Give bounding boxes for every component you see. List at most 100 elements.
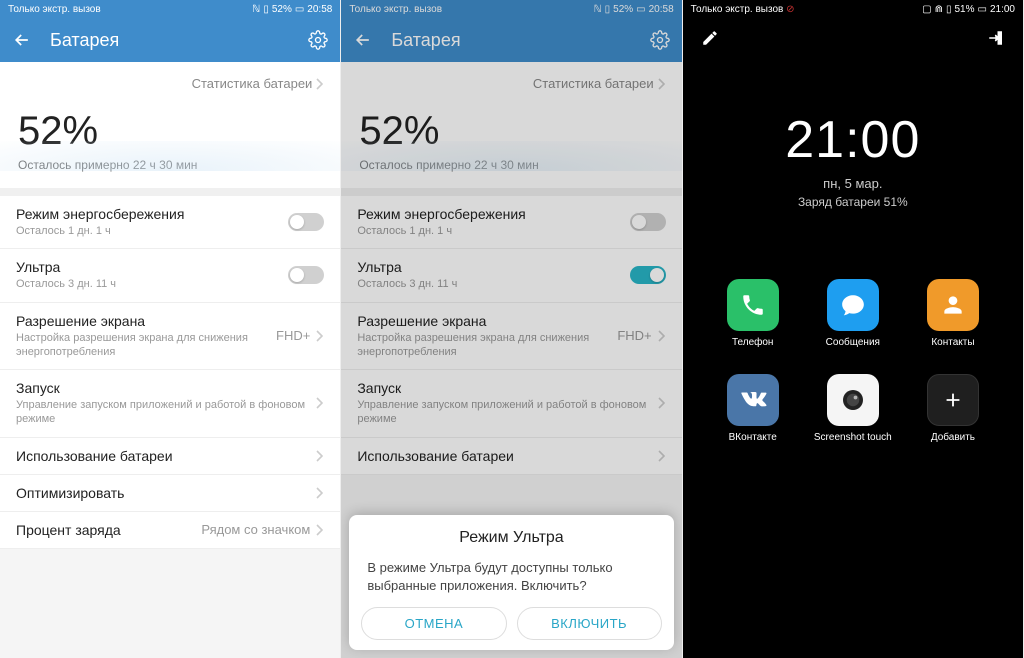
label: Статистика батареи (192, 76, 313, 91)
app-label: Сообщения (826, 337, 880, 348)
clock: 21:00 (990, 4, 1015, 15)
carrier-label: Только экстр. вызов (8, 4, 101, 15)
chevron-right-icon (316, 450, 324, 462)
vk-icon (727, 374, 779, 426)
power-save-toggle[interactable] (630, 213, 666, 231)
app-label: Добавить (931, 432, 975, 443)
app-add[interactable]: Добавить (913, 374, 993, 443)
chevron-right-icon (316, 330, 324, 342)
nfc-icon: ℕ (252, 4, 260, 15)
dark-header (683, 18, 1023, 62)
battery-shape-icon: ▭ (636, 4, 645, 15)
battery-pct: 51% (954, 4, 974, 15)
row-percent[interactable]: Процент заряда Рядом со значком (0, 512, 340, 549)
row-resolution[interactable]: Разрешение экрана Настройка разрешения э… (341, 303, 681, 371)
chevron-right-icon (658, 78, 666, 90)
cancel-button[interactable]: ОТМЕНА (361, 607, 506, 640)
row-launch[interactable]: Запуск Управление запуском приложений и … (341, 370, 681, 438)
battery-stats-link[interactable]: Статистика батареи (0, 62, 340, 105)
chevron-right-icon (316, 78, 324, 90)
carrier-label: Только экстр. вызов ⊘ (691, 4, 795, 15)
date-label: пн, 5 мар. (683, 176, 1023, 191)
phone-screen-3: Только экстр. вызов ⊘ ▢ ⋒ ▯ 51% ▭ 21:00 … (683, 0, 1024, 658)
label: Процент заряда (16, 522, 201, 538)
label: Запуск (357, 380, 657, 396)
chevron-right-icon (316, 487, 324, 499)
app-label: Телефон (732, 337, 773, 348)
cast-icon: ▢ (922, 4, 931, 15)
label: Ультра (16, 259, 288, 275)
sublabel: Осталось 1 дн. 1 ч (357, 224, 629, 238)
sublabel: Осталось 1 дн. 1 ч (16, 224, 288, 238)
ultra-toggle[interactable] (288, 266, 324, 284)
modal-body: В режиме Ультра будут доступны только вы… (361, 559, 661, 607)
back-button[interactable] (12, 30, 32, 50)
row-usage[interactable]: Использование батареи (0, 438, 340, 475)
phone-screen-2: Только экстр. вызов ℕ ▯ 52% ▭ 20:58 Бата… (341, 0, 682, 658)
ultra-modal: Режим Ультра В режиме Ультра будут досту… (349, 515, 673, 650)
carrier-label: Только экстр. вызов (349, 4, 442, 15)
app-screenshot[interactable]: Screenshot touch (813, 374, 893, 443)
no-signal-icon: ⊘ (786, 4, 794, 15)
app-vk[interactable]: ВКонтакте (713, 374, 793, 443)
edit-button[interactable] (701, 29, 719, 52)
app-contacts[interactable]: Контакты (913, 279, 993, 348)
back-button[interactable] (353, 30, 373, 50)
label: Оптимизировать (16, 485, 316, 501)
chevron-right-icon (316, 524, 324, 536)
settings-button[interactable] (650, 30, 670, 50)
label: Использование батареи (357, 448, 657, 464)
battery-icon: ▯ (263, 4, 269, 15)
row-ultra[interactable]: Ультра Осталось 3 дн. 11 ч (0, 249, 340, 302)
sublabel: Настройка разрешения экрана для снижения… (16, 331, 276, 360)
label: Запуск (16, 380, 316, 396)
row-power-save[interactable]: Режим энергосбережения Осталось 1 дн. 1 … (341, 196, 681, 249)
lock-info: 21:00 пн, 5 мар. Заряд батареи 51% (683, 110, 1023, 209)
battery-label: Заряд батареи 51% (683, 195, 1023, 209)
row-ultra[interactable]: Ультра Осталось 3 дн. 11 ч (341, 249, 681, 302)
title-bar: Батарея (0, 18, 340, 62)
row-resolution[interactable]: Разрешение экрана Настройка разрешения э… (0, 303, 340, 371)
modal-title: Режим Ультра (361, 529, 661, 547)
battery-icon: ▯ (946, 4, 952, 15)
clock: 20:58 (307, 4, 332, 15)
status-bar: Только экстр. вызов ⊘ ▢ ⋒ ▯ 51% ▭ 21:00 (683, 0, 1023, 18)
clock-large: 21:00 (683, 110, 1023, 170)
sublabel: Управление запуском приложений и работой… (357, 398, 657, 427)
app-messages[interactable]: Сообщения (813, 279, 893, 348)
label: Использование батареи (16, 448, 316, 464)
wifi-icon: ⋒ (935, 4, 943, 15)
sublabel: Осталось 3 дн. 11 ч (357, 277, 629, 291)
status-bar: Только экстр. вызов ℕ ▯ 52% ▭ 20:58 (341, 0, 681, 18)
battery-icon: ▯ (605, 4, 611, 15)
row-launch[interactable]: Запуск Управление запуском приложений и … (0, 370, 340, 438)
app-phone[interactable]: Телефон (713, 279, 793, 348)
battery-shape-icon: ▭ (295, 4, 304, 15)
sublabel: Осталось 3 дн. 11 ч (16, 277, 288, 291)
row-usage[interactable]: Использование батареи (341, 438, 681, 475)
row-power-save[interactable]: Режим энергосбережения Осталось 1 дн. 1 … (0, 196, 340, 249)
page-title: Батарея (391, 30, 649, 51)
app-label: Контакты (931, 337, 974, 348)
ultra-toggle[interactable] (630, 266, 666, 284)
power-save-toggle[interactable] (288, 213, 324, 231)
row-optimize[interactable]: Оптимизировать (0, 475, 340, 512)
contacts-icon (927, 279, 979, 331)
status-right: ℕ ▯ 52% ▭ 20:58 (594, 4, 674, 15)
label: Разрешение экрана (16, 313, 276, 329)
status-bar: Только экстр. вызов ℕ ▯ 52% ▭ 20:58 (0, 0, 340, 18)
battery-pct: 52% (272, 4, 292, 15)
exit-button[interactable] (987, 29, 1005, 52)
battery-shape-icon: ▭ (978, 4, 987, 15)
confirm-button[interactable]: ВКЛЮЧИТЬ (517, 607, 662, 640)
battery-pct: 52% (613, 4, 633, 15)
settings-button[interactable] (308, 30, 328, 50)
label: Режим энергосбережения (357, 206, 629, 222)
app-label: ВКонтакте (729, 432, 777, 443)
messages-icon (827, 279, 879, 331)
chevron-right-icon (316, 397, 324, 409)
chevron-right-icon (658, 397, 666, 409)
chevron-right-icon (658, 330, 666, 342)
battery-stats-link[interactable]: Статистика батареи (341, 62, 681, 105)
battery-percent-block: 52% Осталось примерно 22 ч 30 мин (341, 105, 681, 196)
